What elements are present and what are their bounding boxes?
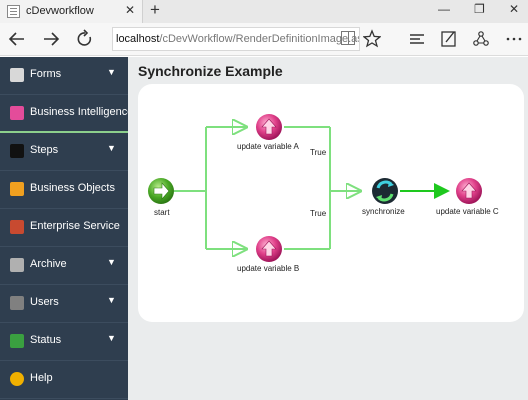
condition-label-top: True xyxy=(310,148,327,157)
reading-view-icon[interactable] xyxy=(341,31,355,45)
chevron-down-icon[interactable]: ▼ xyxy=(107,333,116,343)
sidebar-item-label: Steps xyxy=(30,144,59,156)
chevron-down-icon[interactable]: ▼ xyxy=(107,257,116,267)
new-tab-button[interactable]: + xyxy=(150,0,160,20)
sidebar-item-users[interactable]: Users ▼ xyxy=(0,285,128,323)
url-text: localhost/cDevWorkflow/RenderDefinitionI… xyxy=(116,33,360,45)
sidebar-item-business-objects[interactable]: Business Objects xyxy=(0,171,128,209)
forward-arrow-icon[interactable] xyxy=(42,27,60,58)
business-objects-icon xyxy=(10,182,24,196)
sidebar-item-forms[interactable]: Forms ▼ xyxy=(0,57,128,95)
refresh-icon[interactable] xyxy=(76,27,94,58)
archive-icon xyxy=(10,258,24,272)
synchronize-node[interactable] xyxy=(372,178,398,204)
browser-tab[interactable]: cDevworkflow ✕ xyxy=(0,0,143,23)
close-tab-button[interactable]: ✕ xyxy=(125,3,135,17)
sidebar-item-label: Users xyxy=(30,296,59,308)
sidebar-item-status[interactable]: Status ▼ xyxy=(0,323,128,361)
update-variable-a-label: update variable A xyxy=(237,142,299,151)
sidebar-item-label: Archive xyxy=(30,258,67,270)
back-arrow-icon[interactable] xyxy=(8,27,26,58)
sidebar-item-label: Status xyxy=(30,334,62,346)
start-node[interactable] xyxy=(148,178,174,204)
minimize-button[interactable]: — xyxy=(438,2,450,16)
update-variable-c-label: update variable C xyxy=(436,207,499,216)
update-variable-b-node[interactable] xyxy=(256,236,282,262)
steps-icon xyxy=(10,144,24,158)
page-favicon-icon xyxy=(7,5,20,18)
address-bar[interactable]: localhost/cDevWorkflow/RenderDefinitionI… xyxy=(112,27,360,51)
chevron-down-icon[interactable]: ▼ xyxy=(107,143,116,153)
update-variable-a-node[interactable] xyxy=(256,114,282,140)
sidebar-item-business-intelligence[interactable]: Business Intelligence xyxy=(0,95,133,133)
navigation-bar: localhost/cDevWorkflow/RenderDefinitionI… xyxy=(0,23,528,56)
users-icon xyxy=(10,296,24,310)
web-note-icon[interactable] xyxy=(440,27,458,58)
sidebar-item-label: Help xyxy=(30,372,53,384)
sidebar-item-label: Business Intelligence xyxy=(30,106,134,118)
tab-strip: cDevworkflow ✕ + — ❐ ✕ xyxy=(0,0,528,23)
workflow-diagram xyxy=(148,114,482,262)
chevron-down-icon[interactable]: ▼ xyxy=(107,67,116,77)
restore-button[interactable]: ❐ xyxy=(474,2,485,16)
forms-icon xyxy=(10,68,24,82)
hub-icon[interactable] xyxy=(408,27,426,58)
sidebar-item-steps[interactable]: Steps ▼ xyxy=(0,133,128,171)
help-icon xyxy=(10,372,24,386)
main-content: Synchronize Example start update variabl… xyxy=(128,57,528,400)
sidebar-item-label: Business Objects xyxy=(30,182,115,194)
connector-start-split xyxy=(174,127,246,249)
sidebar-item-label: Forms xyxy=(30,68,62,80)
sidebar-item-help[interactable]: Help xyxy=(0,361,128,399)
more-icon[interactable] xyxy=(505,27,523,58)
share-icon[interactable] xyxy=(472,27,490,58)
condition-label-bottom: True xyxy=(310,209,327,218)
start-label: start xyxy=(154,208,170,217)
enterprise-service-icon xyxy=(10,220,24,234)
workflow-canvas: start update variable A update variable … xyxy=(138,84,524,322)
synchronize-label: synchronize xyxy=(362,207,405,216)
business-intelligence-icon xyxy=(10,106,24,120)
sidebar-item-label: Enterprise Service xyxy=(30,220,120,232)
status-icon xyxy=(10,334,24,348)
page-title: Synchronize Example xyxy=(138,63,283,79)
sidebar: Forms ▼ Business Intelligence Steps ▼ Busines… xyxy=(0,57,133,400)
sidebar-item-enterprise-service[interactable]: Enterprise Service xyxy=(0,209,128,247)
update-variable-c-node[interactable] xyxy=(456,178,482,204)
close-window-button[interactable]: ✕ xyxy=(509,2,519,16)
sidebar-item-archive[interactable]: Archive ▼ xyxy=(0,247,128,285)
favorite-star-icon[interactable] xyxy=(362,27,382,58)
update-variable-b-label: update variable B xyxy=(237,264,300,273)
chevron-down-icon[interactable]: ▼ xyxy=(107,295,116,305)
tab-title: cDevworkflow xyxy=(26,5,94,17)
